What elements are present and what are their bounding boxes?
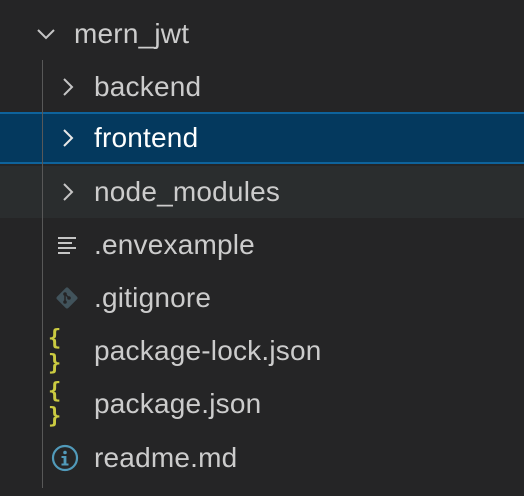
folder-label: mern_jwt: [74, 18, 190, 49]
file-label: package-lock.json: [94, 335, 322, 366]
folder-frontend[interactable]: frontend: [0, 112, 524, 164]
git-icon: [50, 281, 84, 315]
chevron-right-icon: [52, 122, 84, 154]
chevron-right-icon: [52, 71, 84, 103]
chevron-right-icon: [52, 176, 84, 208]
file-package-json[interactable]: { } package.json: [0, 378, 524, 430]
file-readme-md[interactable]: readme.md: [0, 432, 524, 484]
file-label: package.json: [94, 388, 262, 419]
folder-backend[interactable]: backend: [0, 61, 524, 113]
folder-label: frontend: [94, 122, 199, 153]
folder-label: backend: [94, 71, 202, 102]
indent-guide: [42, 60, 43, 488]
folder-node-modules[interactable]: node_modules: [0, 166, 524, 218]
file-label: .envexample: [94, 229, 255, 260]
lines-file-icon: [50, 228, 84, 262]
file-gitignore[interactable]: .gitignore: [0, 272, 524, 324]
json-braces-icon: { }: [48, 326, 61, 376]
file-label: readme.md: [94, 442, 238, 473]
folder-root-mern-jwt[interactable]: mern_jwt: [0, 8, 524, 60]
file-package-lock-json[interactable]: { } package-lock.json: [0, 325, 524, 377]
folder-label: node_modules: [94, 176, 281, 207]
chevron-down-icon: [30, 18, 62, 50]
json-braces-icon: { }: [48, 379, 61, 429]
file-envexample[interactable]: .envexample: [0, 219, 524, 271]
file-explorer: mern_jwt backend frontend node_modules .…: [0, 0, 524, 496]
info-icon: [48, 441, 82, 475]
file-label: .gitignore: [94, 282, 212, 313]
